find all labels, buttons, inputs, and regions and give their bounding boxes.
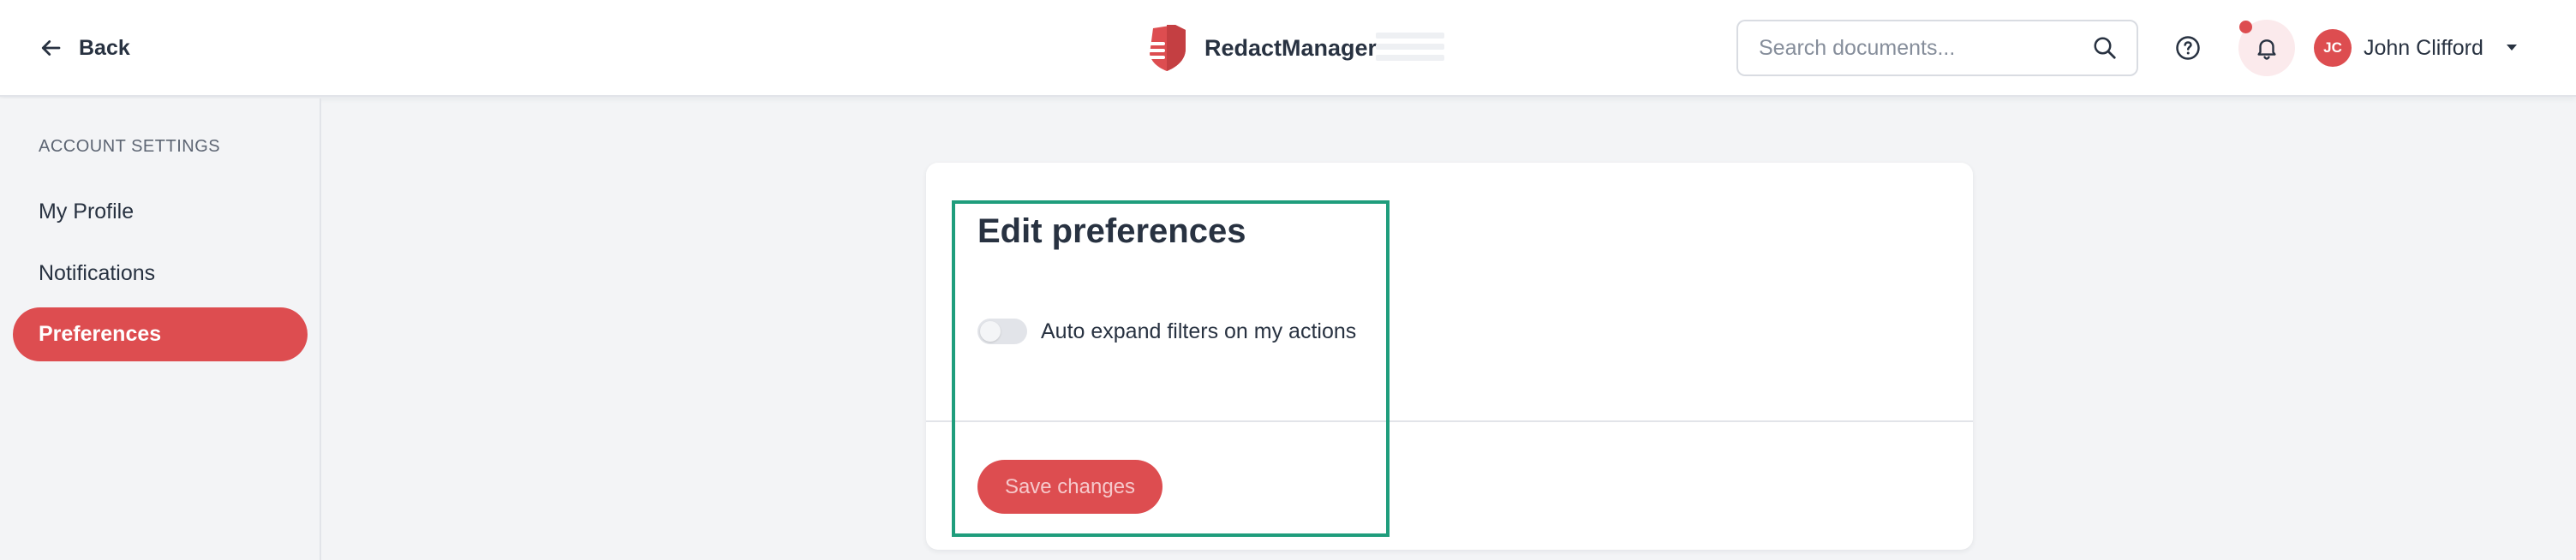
page-title: Edit preferences (977, 212, 1246, 250)
arrow-left-icon (41, 40, 61, 56)
caret-down-icon (2506, 45, 2517, 51)
sidebar-item-label: My Profile (39, 200, 134, 223)
brand-decoration (1376, 33, 1444, 62)
sidebar-item-my-profile[interactable]: My Profile (13, 185, 308, 239)
help-circle-icon (2176, 36, 2200, 60)
sidebar: ACCOUNT SETTINGS My Profile Notification… (0, 98, 321, 560)
divider (926, 420, 1973, 422)
avatar: JC (2314, 29, 2352, 67)
shield-logo-icon (1143, 25, 1186, 71)
preference-label: Auto expand filters on my actions (1041, 319, 1357, 343)
help-button[interactable] (2171, 31, 2205, 65)
sidebar-item-preferences[interactable]: Preferences (13, 307, 308, 361)
search-icon[interactable] (2092, 35, 2118, 61)
auto-expand-filters-toggle[interactable] (977, 319, 1027, 344)
brand-logo[interactable]: RedactManager (1141, 22, 1377, 74)
brand-name: RedactManager (1204, 34, 1378, 61)
preferences-card: Edit preferences Auto expand filters on … (926, 163, 1973, 550)
sidebar-item-label: Notifications (39, 261, 156, 285)
search-input[interactable] (1757, 34, 2092, 62)
toggle-knob (980, 321, 1001, 342)
search-box[interactable] (1736, 20, 2138, 76)
notification-indicator (2239, 21, 2252, 33)
preference-row: Auto expand filters on my actions (977, 319, 1356, 344)
user-name: John Clifford (2364, 35, 2483, 60)
sidebar-item-notifications[interactable]: Notifications (13, 247, 308, 301)
back-button[interactable]: Back (38, 29, 130, 67)
sidebar-item-label: Preferences (39, 322, 162, 346)
bell-icon (2257, 39, 2276, 60)
user-menu[interactable]: JC John Clifford (2314, 29, 2518, 67)
save-button[interactable]: Save changes (977, 460, 1162, 514)
top-bar: Back RedactManager Search documents... J… (0, 0, 2576, 97)
back-label: Back (79, 35, 130, 60)
sidebar-heading: ACCOUNT SETTINGS (39, 137, 221, 156)
